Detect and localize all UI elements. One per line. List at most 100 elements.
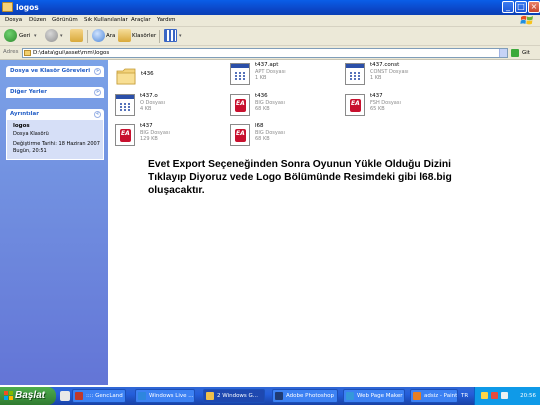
details-item-name: logos	[13, 123, 30, 129]
chevron-up-icon[interactable]: «	[94, 111, 101, 118]
file-item[interactable]: EA t436 BIG Dosyası 68 KB	[230, 93, 340, 123]
taskbar-item-label: Windows Live ...	[149, 393, 194, 399]
file-name: t436	[141, 71, 154, 77]
file-item[interactable]: t437.apt APT Dosyası 1 KB	[230, 62, 340, 92]
back-arrow-icon[interactable]	[4, 29, 17, 42]
taskbar-item[interactable]: 2 Windows G...	[203, 389, 265, 403]
close-button[interactable]: ×	[528, 1, 540, 13]
folder-icon	[206, 392, 214, 400]
file-size: 1 KB	[255, 75, 267, 81]
app-icon	[275, 392, 283, 400]
windows-logo-icon	[4, 391, 13, 400]
folders-button-label[interactable]: Klasörler	[132, 29, 156, 44]
ea-file-icon: EA	[230, 124, 250, 146]
taskbar-item[interactable]: Web Page Maker	[343, 389, 405, 403]
toolbar-separator	[87, 30, 88, 43]
details-panel: logos Dosya Klasörü Değiştirme Tarihi: 1…	[6, 120, 104, 160]
title-bar: logos _ □ ×	[0, 0, 540, 15]
volume-icon[interactable]	[501, 392, 508, 399]
menu-gorunum[interactable]: Görünüm	[52, 15, 78, 26]
generic-file-icon	[230, 63, 250, 85]
quick-launch-icon[interactable]	[60, 391, 70, 401]
address-bar: Adres D:\data\gui\asset\mm\logos Git	[0, 46, 540, 60]
system-tray: TR 20:56	[461, 387, 540, 405]
ea-file-icon: EA	[345, 94, 365, 116]
details-item-type: Dosya Klasörü	[13, 131, 49, 137]
address-dropdown-icon[interactable]	[499, 49, 507, 57]
taskbar-item-label: adsiz - Paint	[424, 393, 458, 399]
file-tasks-title: Dosya ve Klasör Görevleri	[10, 68, 91, 74]
file-tasks-panel-header[interactable]: Dosya ve Klasör Görevleri »	[6, 66, 104, 77]
up-folder-icon[interactable]	[70, 29, 83, 42]
ea-file-icon: EA	[230, 94, 250, 116]
taskbar-item[interactable]: Windows Live ...	[135, 389, 195, 403]
details-title: Ayrıntılar	[10, 111, 39, 117]
back-dropdown-icon[interactable]: ▾	[34, 29, 37, 44]
windows-logo-icon	[520, 15, 533, 25]
search-button-label[interactable]: Ara	[106, 29, 115, 44]
taskbar-item-label: Web Page Maker	[357, 393, 403, 399]
file-item[interactable]: t437.o O Dosyası 4 KB	[115, 93, 225, 123]
file-item[interactable]: t436	[116, 64, 226, 94]
taskbar: Başlat :::: GencLand :... Windows Live .…	[0, 387, 540, 405]
file-name: t437	[370, 93, 383, 99]
menu-sik-kullanilanlar[interactable]: Sık Kullanılanlar	[84, 15, 128, 26]
taskbar-item[interactable]: :::: GencLand :...	[72, 389, 126, 403]
file-name: t437.const	[370, 62, 400, 68]
menu-yardim[interactable]: Yardım	[157, 15, 176, 26]
file-item[interactable]: EA t437 FSH Dosyası 65 KB	[345, 93, 455, 123]
task-pane: Dosya ve Klasör Görevleri » Diğer Yerler…	[0, 60, 108, 385]
taskbar-item-label: :::: GencLand :...	[86, 393, 125, 399]
window-title: logos	[16, 3, 39, 12]
generic-file-icon	[115, 94, 135, 116]
file-name: t437	[140, 123, 153, 129]
file-item[interactable]: EA t437 BIG Dosyası 129 KB	[115, 123, 225, 153]
maximize-button[interactable]: □	[515, 1, 527, 13]
generic-file-icon	[345, 63, 365, 85]
chevron-down-icon[interactable]: »	[94, 68, 101, 75]
tray-icon[interactable]	[481, 392, 488, 399]
go-button[interactable]: Git	[510, 48, 538, 58]
back-button-label[interactable]: Geri	[19, 29, 30, 44]
taskbar-item-label: Adobe Photoshop	[286, 393, 335, 399]
menu-dosya[interactable]: Dosya	[5, 15, 22, 26]
file-size: 68 KB	[255, 106, 270, 112]
address-input[interactable]: D:\data\gui\asset\mm\logos	[22, 48, 508, 58]
file-item[interactable]: t437.const CONST Dosyası 1 KB	[345, 62, 455, 92]
file-size: 4 KB	[140, 106, 152, 112]
forward-arrow-icon[interactable]	[45, 29, 58, 42]
ea-file-icon: EA	[115, 124, 135, 146]
folder-icon	[24, 50, 31, 56]
address-path: D:\data\gui\asset\mm\logos	[33, 50, 110, 56]
file-item[interactable]: EA l68 BIG Dosyası 68 KB	[230, 123, 340, 153]
file-name: t437.o	[140, 93, 158, 99]
menu-bar: Dosya Düzen Görünüm Sık Kullanılanlar Ar…	[0, 15, 540, 27]
details-panel-header[interactable]: Ayrıntılar «	[6, 109, 104, 120]
taskbar-item[interactable]: adsiz - Paint	[410, 389, 458, 403]
start-button[interactable]: Başlat	[0, 387, 56, 405]
other-places-panel-header[interactable]: Diğer Yerler »	[6, 87, 104, 98]
search-icon[interactable]	[92, 29, 105, 42]
file-size: 129 KB	[140, 136, 158, 142]
forward-dropdown-icon[interactable]: ▾	[60, 29, 63, 44]
language-indicator[interactable]: TR	[461, 387, 468, 405]
views-icon[interactable]	[164, 29, 177, 42]
tray-icon[interactable]	[491, 392, 498, 399]
chevron-down-icon[interactable]: »	[94, 89, 101, 96]
menu-duzen[interactable]: Düzen	[29, 15, 46, 26]
clock[interactable]: 20:56	[520, 387, 536, 405]
app-icon	[346, 392, 354, 400]
taskbar-item-label: 2 Windows G...	[217, 393, 259, 399]
file-name: t436	[255, 93, 268, 99]
go-arrow-icon	[511, 49, 519, 57]
file-size: 1 KB	[370, 75, 382, 81]
file-name: t437.apt	[255, 62, 279, 68]
app-icon	[75, 392, 83, 400]
toolbar-separator	[159, 30, 160, 43]
minimize-button[interactable]: _	[502, 1, 514, 13]
folder-icon	[2, 2, 13, 12]
folders-icon[interactable]	[118, 29, 131, 42]
taskbar-item[interactable]: Adobe Photoshop	[272, 389, 338, 403]
menu-araclar[interactable]: Araçlar	[131, 15, 151, 26]
views-dropdown-icon[interactable]: ▾	[179, 29, 182, 44]
